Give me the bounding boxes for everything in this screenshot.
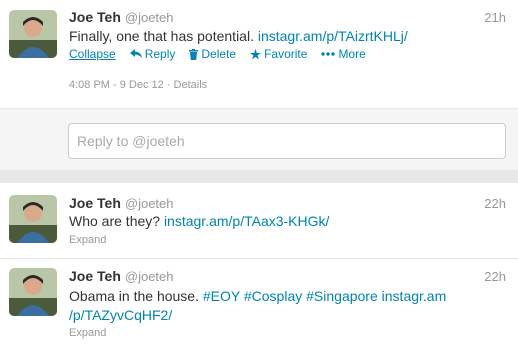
handle[interactable]: @joeteh <box>125 196 174 211</box>
avatar[interactable] <box>9 10 57 58</box>
reply-button[interactable]: Reply <box>129 47 176 61</box>
tweet-text: Obama in the house. #EOY #Cosplay #Singa… <box>69 287 489 325</box>
hashtag[interactable]: #Singapore <box>306 288 378 304</box>
trash-icon <box>189 48 199 60</box>
handle[interactable]: @joeteh <box>125 10 174 25</box>
reply-area: Reply to @joeteh <box>0 108 518 170</box>
display-name[interactable]: Joe Teh <box>69 268 121 284</box>
expand-link[interactable]: Expand <box>69 327 106 339</box>
more-dots-icon <box>321 52 336 56</box>
reply-label: Reply <box>144 47 176 61</box>
reply-icon <box>129 49 142 58</box>
favorite-label: Favorite <box>264 47 308 61</box>
hashtag[interactable]: #Cosplay <box>244 288 302 304</box>
reply-input[interactable]: Reply to @joeteh <box>68 123 506 159</box>
tweet-body: Obama in the house. <box>69 288 203 304</box>
tweet-body: Finally, one that has potential. <box>69 28 258 44</box>
delete-label: Delete <box>201 47 237 61</box>
timestamp[interactable]: 22h <box>484 196 506 211</box>
timestamp[interactable]: 22h <box>484 269 506 284</box>
tweet-link[interactable]: instagr.am/p/TAax3-KHGk/ <box>164 213 329 229</box>
tweet-link[interactable]: instagr.am/p/TAizrtKHLj/ <box>258 28 408 44</box>
expand-link[interactable]: Expand <box>69 234 106 246</box>
tweet-link-continued[interactable]: /p/TAZyvCqHF2/ <box>69 307 172 323</box>
author-name[interactable]: Joe Teh @joeteh <box>69 268 174 284</box>
collapse-link[interactable]: Collapse <box>69 47 116 61</box>
favorite-button[interactable]: Favorite <box>250 47 307 61</box>
avatar[interactable] <box>9 268 57 316</box>
star-icon <box>250 48 262 59</box>
delete-button[interactable]: Delete <box>189 47 236 61</box>
author-name[interactable]: Joe Teh @joeteh <box>69 9 174 25</box>
tweet-actions: Collapse Reply Delete Favorite More <box>69 47 366 61</box>
tweet-body: Who are they? <box>69 213 164 229</box>
hashtag[interactable]: #EOY <box>203 288 240 304</box>
more-label: More <box>338 47 366 61</box>
tweet-details[interactable]: 4:08 PM - 9 Dec 12 · Details <box>69 79 207 91</box>
tweet-text: Who are they? instagr.am/p/TAax3-KHGk/ <box>69 212 489 231</box>
tweet-text: Finally, one that has potential. instagr… <box>69 27 489 46</box>
handle[interactable]: @joeteh <box>125 269 174 284</box>
display-name[interactable]: Joe Teh <box>69 9 121 25</box>
avatar[interactable] <box>9 195 57 243</box>
timestamp[interactable]: 21h <box>484 10 506 25</box>
tweet-expanded[interactable]: Joe Teh @joeteh 21h Finally, one that has… <box>0 0 518 108</box>
more-button[interactable]: More <box>321 47 366 61</box>
author-name[interactable]: Joe Teh @joeteh <box>69 195 174 211</box>
tweet-link[interactable]: instagr.am <box>382 288 447 304</box>
background-gap <box>0 170 518 180</box>
tweet-item[interactable]: Joe Teh @joeteh 22h Who are they? instagr… <box>0 183 518 259</box>
tweet-item[interactable]: Joe Teh @joeteh 22h Obama in the house. #… <box>0 259 518 349</box>
display-name[interactable]: Joe Teh <box>69 195 121 211</box>
